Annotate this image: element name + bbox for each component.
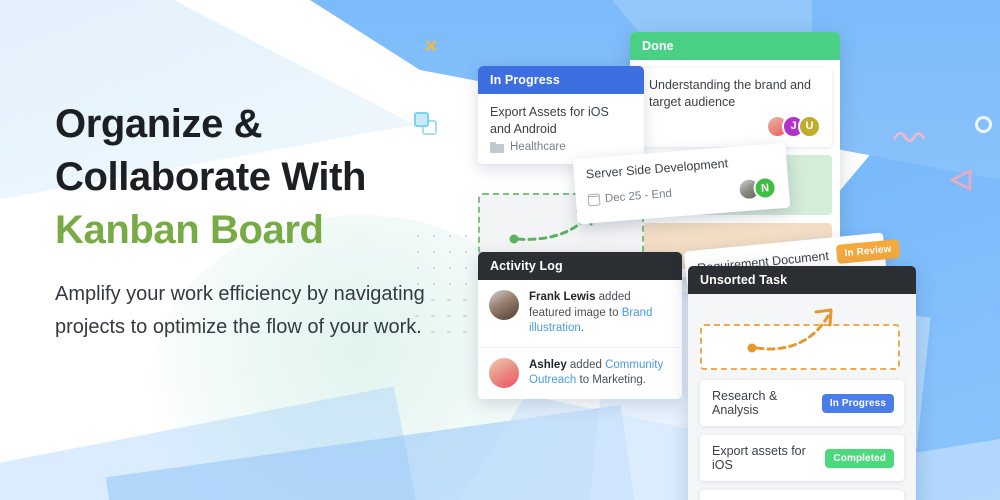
avatar[interactable] [489, 357, 519, 388]
dropzone-wrapper [688, 294, 916, 380]
page-title: Organize & Collaborate With Kanban Board [55, 98, 455, 256]
card-title: Understanding the brand and target audie… [649, 78, 811, 109]
folder-icon [490, 141, 504, 153]
column-done-header: Done [630, 32, 840, 60]
activity-actor: Ashley [529, 358, 567, 371]
table-row[interactable]: Research & Analysis In Progress [700, 380, 904, 426]
status-badge: In Review [835, 239, 901, 264]
status-badge: In Progress [821, 393, 894, 413]
panel-activity-log: Activity Log Frank Lewis added featured … [478, 252, 682, 399]
card-title: Export Assets for iOS and Android [490, 105, 609, 136]
card-tag-label: Healthcare [510, 141, 566, 154]
avatar-group: N [736, 175, 778, 202]
hero-subheading: Amplify your work efficiency by navigati… [55, 283, 425, 338]
activity-action: added [566, 358, 606, 371]
column-in-progress-header: In Progress [478, 66, 644, 94]
avatar[interactable] [489, 290, 519, 320]
calendar-icon [587, 192, 601, 206]
cross-icon: ✕ [424, 37, 439, 56]
card-date-label: Dec 25 - End [604, 187, 673, 205]
activity-log-header: Activity Log [478, 252, 682, 280]
activity-text: Ashley added Community Outreach to Marke… [529, 358, 670, 389]
dropzone-unsorted[interactable] [700, 324, 900, 370]
panel-unsorted-task: Unsorted Task Research & Analysis In Pro… [688, 266, 916, 500]
heading-accent: Kanban Board [55, 207, 324, 252]
activity-text: Frank Lewis added featured image to Bran… [529, 290, 670, 337]
column-in-progress[interactable]: In Progress Export Assets for iOS and An… [478, 66, 644, 165]
card-understanding-brand[interactable]: Understanding the brand and target audie… [638, 68, 832, 147]
unsorted-task-body: Research & Analysis In Progress Export a… [688, 294, 916, 500]
avatar[interactable]: N [752, 175, 778, 201]
table-row[interactable]: Export assets for iOS Completed [700, 435, 904, 481]
triangle-outline-icon [950, 169, 972, 191]
heading-line-1: Organize & [55, 102, 263, 146]
card-date: Dec 25 - End [587, 187, 673, 206]
activity-actor: Frank Lewis [529, 291, 596, 303]
task-name: Export assets for iOS [712, 444, 806, 472]
list-item[interactable]: Frank Lewis added featured image to Bran… [478, 280, 682, 348]
activity-tail: . [580, 322, 584, 335]
status-badge: Completed [825, 448, 894, 468]
task-name: Research & Analysis [712, 389, 778, 417]
avatar-group: J U [649, 114, 821, 138]
circle-outline-icon [975, 116, 992, 133]
hero-banner: ✕ Organize & Collaborate With Kanban Boa… [0, 0, 1000, 500]
hero-text-block: Organize & Collaborate With Kanban Board… [55, 98, 455, 343]
list-item[interactable]: Ashley added Community Outreach to Marke… [478, 348, 682, 399]
column-in-progress-body: Export Assets for iOS and Android Health… [478, 94, 644, 165]
activity-tail: to Marketing. [576, 374, 646, 387]
avatar[interactable]: U [798, 114, 821, 138]
table-row[interactable]: User Interface Design Not Started [700, 490, 904, 500]
kanban-board: Done Understanding the brand and target … [470, 18, 930, 500]
heading-line-2: Collaborate With [55, 154, 367, 199]
unsorted-task-header: Unsorted Task [688, 266, 916, 294]
